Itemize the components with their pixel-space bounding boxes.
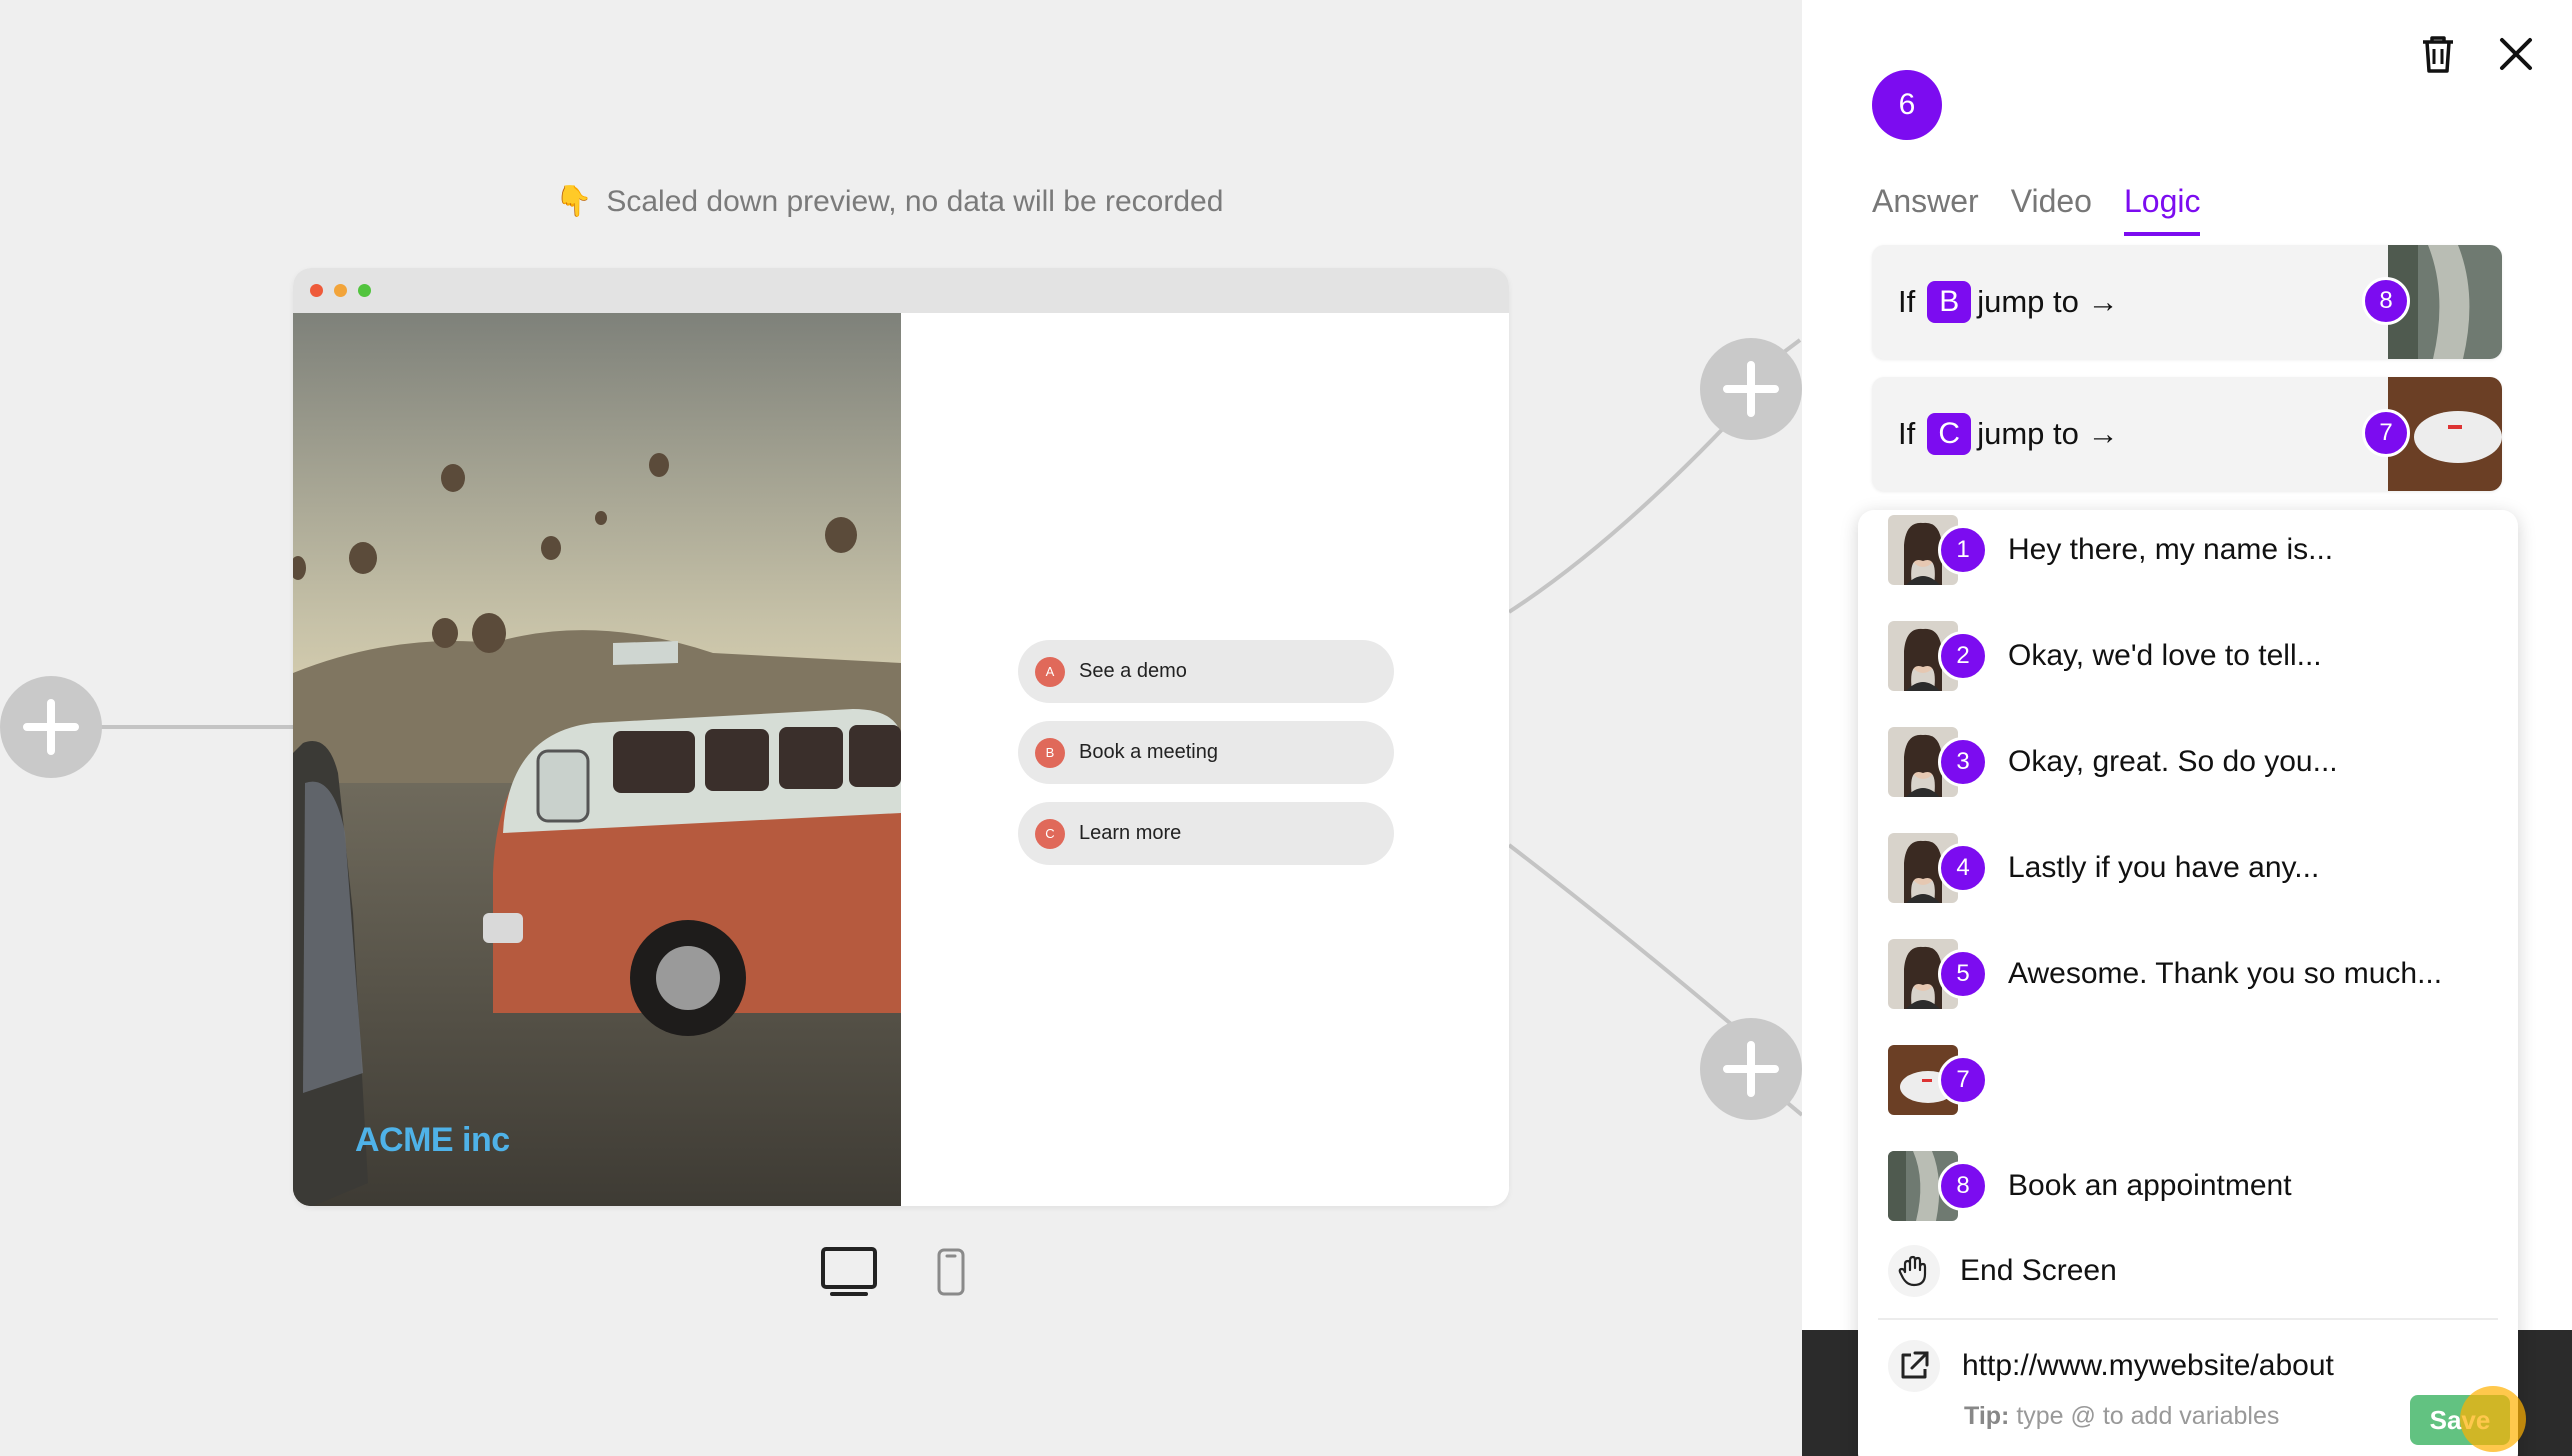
choice-label: Learn more <box>1079 822 1182 844</box>
flow-canvas: 👇 Scaled down preview, no data will be r… <box>0 0 1802 1456</box>
step-label: Awesome. Thank you so much... <box>2008 957 2443 990</box>
choice-learn-more[interactable]: C Learn more <box>1018 802 1394 865</box>
rule-suffix: jump to → <box>1977 416 2119 451</box>
choice-label: Book a meeting <box>1079 741 1218 763</box>
preview-browser-window: ACME inc A See a demo B Book a meeting C… <box>293 268 1509 1206</box>
add-step-bottom-button[interactable] <box>1700 1018 1802 1120</box>
video-frame-image <box>293 313 901 1206</box>
jump-option-7[interactable]: 7 <box>1888 1040 2008 1120</box>
tip-text: type @ to add variables <box>2016 1402 2280 1430</box>
rule-suffix: jump to → <box>1977 284 2119 319</box>
step-number-badge: 7 <box>1938 1055 1988 1105</box>
jump-option-2[interactable]: 2 Okay, we'd love to tell... <box>1888 616 2322 696</box>
end-screen-label: End Screen <box>1960 1254 2117 1287</box>
logic-rule-c[interactable]: If C jump to → 7 <box>1872 377 2502 491</box>
brand-logo: ACME inc <box>355 1121 510 1159</box>
wave-hand-icon <box>1888 1245 1940 1297</box>
jump-option-5[interactable]: 5 Awesome. Thank you so much... <box>1888 934 2442 1014</box>
step-label: Hey there, my name is... <box>2008 533 2334 566</box>
step-number-badge: 6 <box>1872 70 1942 140</box>
jump-target-dropdown: 1 Hey there, my name is... 2 Okay, we'd … <box>1858 510 2518 1456</box>
jump-option-1[interactable]: 1 Hey there, my name is... <box>1888 510 2333 590</box>
choice-letter-badge: A <box>1035 656 1065 687</box>
step-settings-panel: 6 Answer Video Logic If B jump to → 8 If… <box>1802 0 2572 1456</box>
step-label: Lastly if you have any... <box>2008 851 2320 884</box>
tip-label: Tip: <box>1964 1402 2010 1430</box>
rule-letter-badge: C <box>1927 413 1972 455</box>
tab-video[interactable]: Video <box>2011 183 2092 236</box>
redirect-url-input[interactable] <box>1962 1349 2502 1383</box>
trash-icon <box>2423 36 2453 73</box>
close-panel-button[interactable] <box>2498 36 2534 77</box>
tab-logic[interactable]: Logic <box>2123 183 2201 236</box>
pointing-down-icon: 👇 <box>555 185 593 218</box>
rule-target-number: 8 <box>2362 277 2410 325</box>
step-number-badge: 1 <box>1938 525 1988 575</box>
choice-list: A See a demo B Book a meeting C Learn mo… <box>1018 640 1394 865</box>
step-number-badge: 2 <box>1938 631 1988 681</box>
browser-title-bar <box>293 268 1509 313</box>
rule-prefix: If <box>1898 416 1916 451</box>
choice-book-a-meeting[interactable]: B Book a meeting <box>1018 721 1394 784</box>
add-step-left-button[interactable] <box>0 676 102 778</box>
url-tip: Tip: type @ to add variables <box>1964 1402 2279 1431</box>
rule-letter-badge: B <box>1927 281 1972 323</box>
preview-notice-text: Scaled down preview, no data will be rec… <box>606 184 1224 218</box>
window-minimize-dot <box>334 284 347 297</box>
delete-step-button[interactable] <box>2420 34 2456 79</box>
dropdown-divider <box>1878 1318 2498 1320</box>
step-label: Okay, we'd love to tell... <box>2008 639 2322 672</box>
step-number-badge: 3 <box>1938 737 1988 787</box>
step-number-badge: 5 <box>1938 949 1988 999</box>
jump-option-4[interactable]: 4 Lastly if you have any... <box>1888 828 2319 908</box>
logic-rule-b[interactable]: If B jump to → 8 <box>1872 245 2502 359</box>
tab-answer[interactable]: Answer <box>1872 183 1979 236</box>
external-link-icon <box>1888 1340 1940 1392</box>
choice-label: See a demo <box>1079 660 1187 682</box>
rule-prefix: If <box>1898 284 1916 319</box>
desktop-icon[interactable] <box>820 1246 878 1298</box>
window-close-dot <box>310 284 323 297</box>
mobile-icon[interactable] <box>936 1247 966 1297</box>
preview-video[interactable]: ACME inc <box>293 313 901 1206</box>
choice-see-a-demo[interactable]: A See a demo <box>1018 640 1394 703</box>
save-url-button[interactable]: Save <box>2410 1395 2510 1445</box>
url-redirect-row <box>1888 1340 2502 1392</box>
plus-icon <box>23 699 79 755</box>
rule-target-number: 7 <box>2362 409 2410 457</box>
preview-notice: 👇 Scaled down preview, no data will be r… <box>555 184 1223 219</box>
window-maximize-dot <box>358 284 371 297</box>
add-step-top-button[interactable] <box>1700 338 1802 440</box>
jump-option-8[interactable]: 8 Book an appointment <box>1888 1146 2292 1226</box>
step-number-badge: 4 <box>1938 843 1988 893</box>
device-toggle <box>820 1246 966 1298</box>
jump-option-3[interactable]: 3 Okay, great. So do you... <box>1888 722 2338 802</box>
jump-option-end-screen[interactable]: End Screen <box>1888 1245 2117 1297</box>
choice-letter-badge: B <box>1035 737 1065 768</box>
plus-icon <box>1723 1041 1779 1097</box>
panel-tabs: Answer Video Logic <box>1872 183 2201 236</box>
plus-icon <box>1723 361 1779 417</box>
choice-letter-badge: C <box>1035 818 1065 849</box>
step-label: Book an appointment <box>2008 1169 2292 1202</box>
close-icon <box>2500 38 2532 70</box>
preview-answer-pane: A See a demo B Book a meeting C Learn mo… <box>901 313 1509 1206</box>
step-label: Okay, great. So do you... <box>2008 745 2338 778</box>
step-number-badge: 8 <box>1938 1161 1988 1211</box>
